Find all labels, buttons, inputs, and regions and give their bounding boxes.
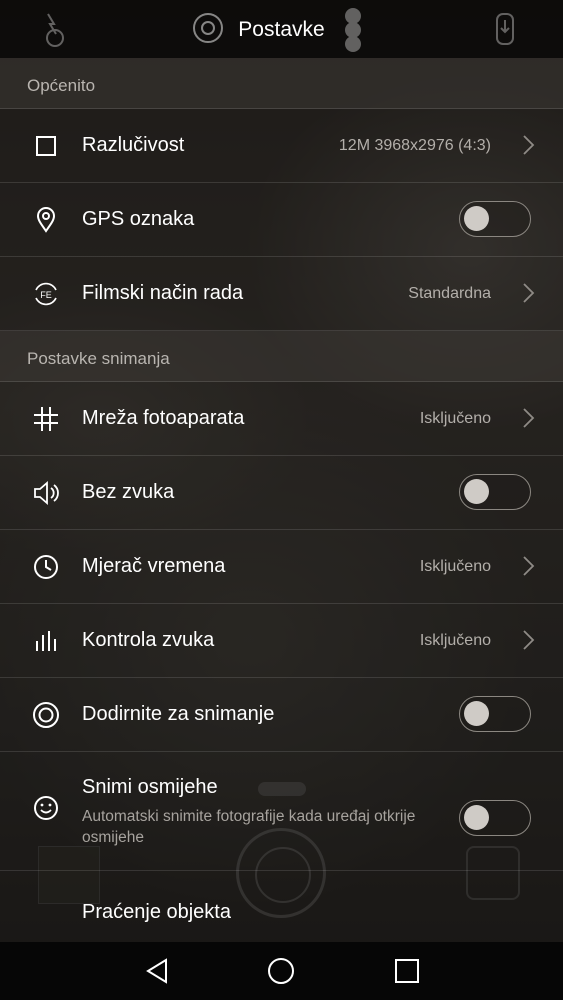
setting-resolution[interactable]: Razlučivost 12M 3968x2976 (4:3) [0,109,563,183]
setting-label: Praćenje objekta [82,901,231,923]
square-icon [36,136,56,156]
setting-camera-grid[interactable]: Mreža fotoaparata Isključeno [0,382,563,456]
back-icon[interactable] [142,956,172,986]
fe-icon: FE [35,282,57,306]
setting-label: Mreža fotoaparata [82,407,245,429]
settings-list: Općenito Razlučivost 12M 3968x2976 (4:3)… [0,58,563,931]
setting-object-tracking[interactable]: Praćenje objekta [0,871,563,931]
setting-value: Isključeno [419,558,491,575]
chevron-right-icon [523,630,535,650]
smile-icon [34,796,58,820]
section-header-capture: Postavke snimanja [0,331,563,382]
setting-label: GPS oznaka [82,208,195,230]
gps-toggle[interactable] [459,201,531,237]
mute-toggle[interactable] [459,474,531,510]
touch-target-icon [33,702,59,728]
filter-dots-icon [345,8,361,52]
setting-label: Kontrola zvuka [82,629,215,651]
home-icon[interactable] [266,956,296,986]
settings-header: Postavke [0,0,563,58]
touch-capture-toggle[interactable] [459,696,531,732]
setting-value: Isključeno [419,632,491,649]
setting-gps-tag: GPS oznaka [0,183,563,257]
switch-camera-icon [496,13,514,45]
setting-touch-capture: Dodirnite za snimanje [0,678,563,752]
grid-icon [34,407,58,431]
toggle-knob [464,479,489,504]
setting-film-mode[interactable]: FE Filmski način rada Standardna [0,257,563,331]
recent-apps-icon[interactable] [392,956,422,986]
chevron-right-icon [523,135,535,155]
system-navigation-bar [0,942,563,1000]
chevron-right-icon [523,556,535,576]
location-pin-icon [36,207,56,233]
speaker-icon [34,481,59,505]
setting-description: Automatski snimite fotografije kada uređ… [82,808,416,846]
setting-value: 12M 3968x2976 (4:3) [338,137,491,154]
setting-label: Dodirnite za snimanje [82,703,275,725]
setting-label: Mjerač vremena [82,555,226,577]
setting-value: Standardna [408,285,491,302]
setting-label: Razlučivost [82,134,185,156]
setting-label: Bez zvuka [82,481,175,503]
chevron-right-icon [523,283,535,303]
setting-value: Isključeno [419,410,491,427]
clock-icon [34,555,58,579]
setting-audio-control[interactable]: Kontrola zvuka Isključeno [0,604,563,678]
setting-timer[interactable]: Mjerač vremena Isključeno [0,530,563,604]
fe-icon-text: FE [40,290,52,300]
chevron-right-icon [523,408,535,428]
smile-capture-toggle[interactable] [459,800,531,836]
section-header-general: Općenito [0,58,563,109]
page-title: Postavke [238,18,325,41]
setting-smile-capture: Snimi osmijehe Automatski snimite fotogr… [0,752,563,871]
toggle-knob [464,805,489,830]
setting-label: Filmski način rada [82,282,244,304]
setting-mute: Bez zvuka [0,456,563,530]
equalizer-icon [36,631,56,651]
setting-label: Snimi osmijehe [82,776,218,798]
toggle-knob [464,206,489,231]
toggle-knob [464,701,489,726]
